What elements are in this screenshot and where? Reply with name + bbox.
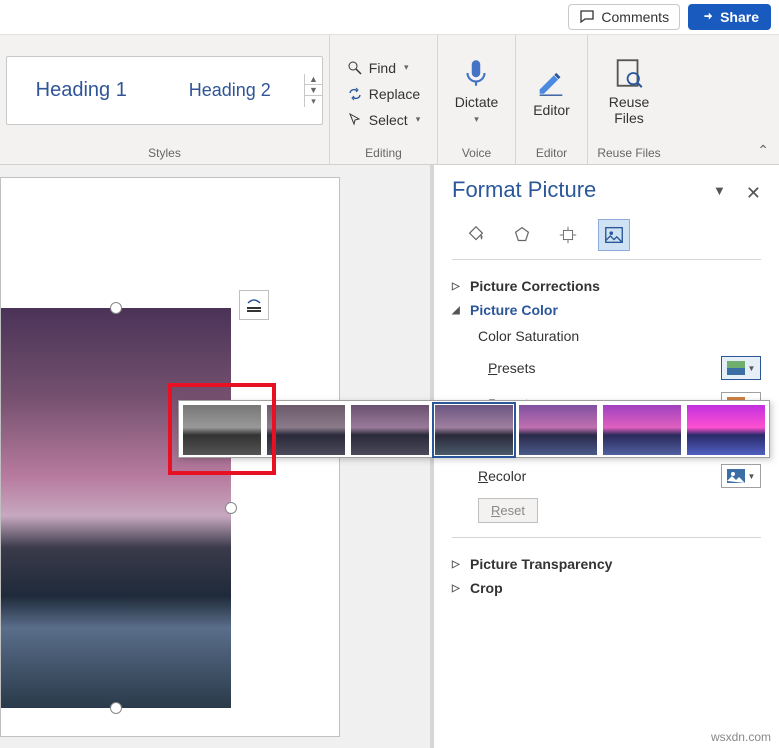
selected-picture[interactable]	[1, 308, 231, 708]
resize-handle-bottom[interactable]	[110, 702, 122, 714]
share-label: Share	[720, 9, 759, 25]
select-label: Select	[369, 112, 408, 128]
ribbon-collapse-icon[interactable]: ⌃	[757, 142, 769, 159]
find-label: Find	[369, 60, 396, 76]
styles-gallery[interactable]: Heading 1 Heading 2 ▲ ▼ ▾	[6, 56, 323, 125]
mic-icon	[459, 56, 493, 90]
chevron-right-icon: ▷	[452, 281, 462, 292]
find-button[interactable]: Find ▾	[347, 60, 420, 76]
corrections-label: Picture Corrections	[470, 278, 600, 294]
picture-icon	[603, 224, 625, 246]
resize-handle-top[interactable]	[110, 302, 122, 314]
editor-group-label: Editor	[522, 144, 581, 164]
chevron-down-icon: ◢	[452, 305, 462, 316]
gallery-up-button[interactable]: ▲	[305, 74, 322, 85]
replace-button[interactable]: Replace	[347, 86, 420, 102]
dictate-button[interactable]: Dictate ▾	[445, 50, 509, 131]
preset-option-7[interactable]	[687, 405, 765, 455]
resize-handle-right[interactable]	[225, 502, 237, 514]
crop-label: Crop	[470, 580, 503, 596]
picture-color-label: Picture Color	[470, 302, 558, 318]
recolor-swatch-icon	[727, 469, 745, 483]
effects-icon	[511, 224, 533, 246]
recolor-label: Recolor	[478, 468, 526, 484]
tab-layout[interactable]	[552, 219, 584, 251]
replace-label: Replace	[369, 86, 420, 102]
reuse-group-label: Reuse Files	[594, 144, 664, 164]
comments-button[interactable]: Comments	[568, 4, 680, 30]
chevron-right-icon: ▷	[452, 583, 462, 594]
pane-options-button[interactable]: ▼	[713, 183, 726, 204]
editor-label: Editor	[533, 102, 570, 118]
tab-fill-line[interactable]	[460, 219, 492, 251]
recolor-dropdown[interactable]: ▼	[721, 464, 761, 488]
styles-group-label: Styles	[6, 144, 323, 164]
gallery-down-button[interactable]: ▼	[305, 85, 322, 96]
share-icon	[700, 10, 714, 24]
section-crop[interactable]: ▷ Crop	[452, 576, 761, 600]
dictate-caret: ▾	[474, 114, 479, 125]
reset-button[interactable]: Reset	[478, 498, 538, 523]
reuse-files-button[interactable]: Reuse Files	[599, 50, 659, 132]
watermark: wsxdn.com	[711, 730, 771, 744]
section-picture-corrections[interactable]: ▷ Picture Corrections	[452, 274, 761, 298]
preset-option-6[interactable]	[603, 405, 681, 455]
pane-close-button[interactable]: ✕	[746, 183, 761, 204]
editor-icon	[534, 64, 568, 98]
select-caret-icon[interactable]: ▾	[416, 114, 421, 125]
preset-option-3[interactable]	[351, 405, 429, 455]
reuse-files-icon	[612, 56, 646, 90]
preset-option-2[interactable]	[267, 405, 345, 455]
presets1-label: Presets	[488, 360, 535, 376]
saturation-presets-flyout	[178, 400, 770, 458]
dictate-label: Dictate	[455, 94, 499, 110]
section-picture-color[interactable]: ◢ Picture Color	[452, 298, 761, 322]
preset-swatch-icon	[727, 361, 745, 375]
saturation-presets-dropdown[interactable]: ▼	[721, 356, 761, 380]
replace-icon	[347, 86, 363, 102]
layout-options-button[interactable]	[239, 290, 269, 320]
style-heading1[interactable]: Heading 1	[7, 57, 156, 124]
chevron-right-icon: ▷	[452, 559, 462, 570]
gallery-more-button[interactable]: ▾	[305, 96, 322, 107]
layout-options-icon	[244, 295, 264, 315]
select-icon	[347, 112, 363, 128]
saturation-label: Color Saturation	[478, 322, 761, 350]
select-button[interactable]: Select ▾	[347, 112, 420, 128]
tab-effects[interactable]	[506, 219, 538, 251]
preset-option-4[interactable]	[435, 405, 513, 455]
layout-icon	[557, 224, 579, 246]
preset-option-1[interactable]	[183, 405, 261, 455]
comments-label: Comments	[601, 9, 669, 25]
find-caret-icon[interactable]: ▾	[404, 62, 409, 73]
comment-icon	[579, 9, 595, 25]
style-heading2[interactable]: Heading 2	[156, 58, 305, 123]
share-button[interactable]: Share	[688, 4, 771, 30]
section-picture-transparency[interactable]: ▷ Picture Transparency	[452, 552, 761, 576]
editor-button[interactable]: Editor	[523, 58, 580, 124]
transparency-label: Picture Transparency	[470, 556, 612, 572]
editing-group-label: Editing	[336, 144, 431, 164]
reuse-label: Reuse Files	[609, 94, 649, 126]
voice-group-label: Voice	[444, 144, 509, 164]
tab-picture[interactable]	[598, 219, 630, 251]
find-icon	[347, 60, 363, 76]
preset-option-5[interactable]	[519, 405, 597, 455]
fill-icon	[465, 224, 487, 246]
